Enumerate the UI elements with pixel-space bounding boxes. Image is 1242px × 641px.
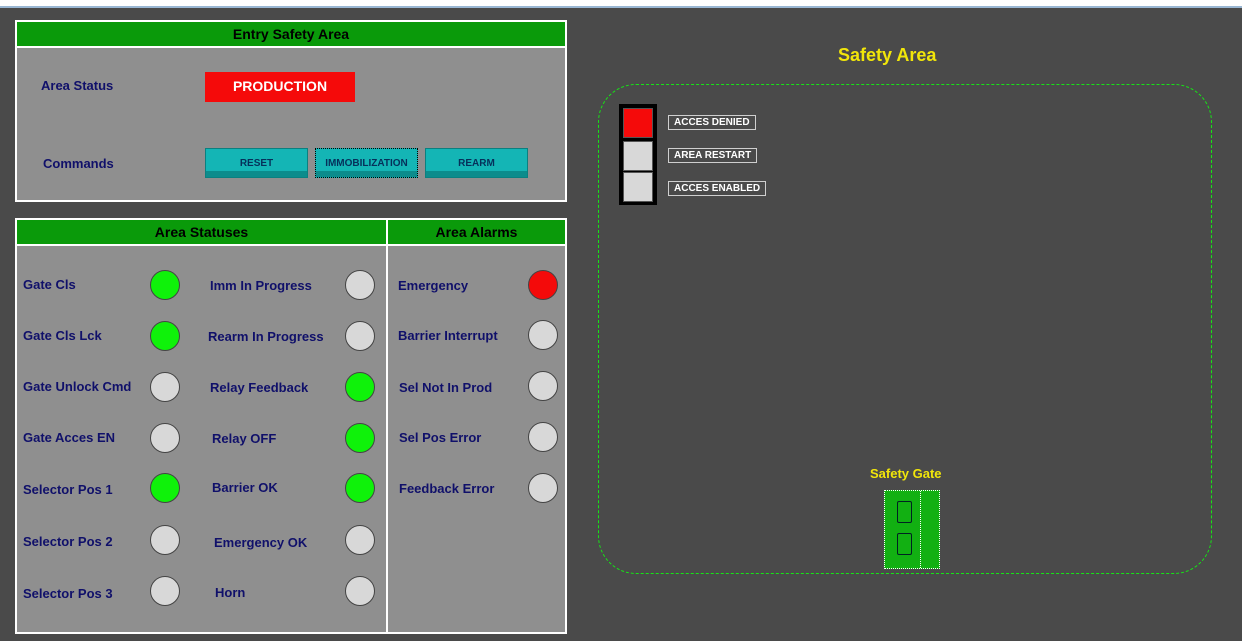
area-status-label: Area Status [41, 78, 114, 93]
status-label-selector-pos-3: Selector Pos 3 [23, 586, 113, 601]
immobilization-button[interactable]: IMMOBILIZATION [315, 148, 418, 178]
status-label-imm-in-progress: Imm In Progress [210, 278, 312, 293]
rearm-button[interactable]: REARM [425, 148, 528, 178]
gate-slot-bottom [897, 533, 912, 555]
status-label-barrier-ok: Barrier OK [212, 480, 278, 495]
alarm-lamp-barrier-interrupt [528, 320, 558, 350]
status-label-selector-pos-2: Selector Pos 2 [23, 534, 113, 549]
status-label-selector-pos-1: Selector Pos 1 [23, 482, 113, 497]
status-lamp-horn [345, 576, 375, 606]
status-label-gate-acces-en: Gate Acces EN [23, 430, 116, 445]
area-restart-tag: AREA RESTART [668, 148, 758, 163]
area-alarms-title: Area Alarms [388, 220, 565, 246]
acces-enabled-indicator [623, 172, 653, 202]
status-lamp-selector-pos-2 [150, 525, 180, 555]
statuses-alarms-panel: Area Statuses Area Alarms Gate Cls Gate … [15, 218, 567, 634]
commands-label: Commands [43, 156, 114, 171]
acces-denied-indicator [623, 108, 653, 138]
safety-area-title: Safety Area [838, 45, 937, 65]
status-lamp-gate-unlock-cmd [150, 372, 180, 402]
status-label-gate-cls: Gate Cls [23, 277, 76, 292]
gate-door [885, 491, 921, 568]
status-lamp-gate-acces-en [150, 423, 180, 453]
status-label-gate-cls-lck: Gate Cls Lck [23, 328, 102, 343]
status-lamp-relay-feedback [345, 372, 375, 402]
status-label-rearm-in-progress: Rearm In Progress [208, 329, 324, 344]
status-lamp-selector-pos-1 [150, 473, 180, 503]
acces-denied-tag: ACCES DENIED [668, 115, 756, 130]
alarm-lamp-sel-not-in-prod [528, 371, 558, 401]
status-lamp-rearm-in-progress [345, 321, 375, 351]
safety-gate-label: Safety Gate [870, 466, 942, 481]
alarm-label-sel-not-in-prod: Sel Not In Prod [399, 380, 493, 395]
alarm-label-emergency: Emergency [398, 278, 469, 293]
status-label-relay-off: Relay OFF [212, 431, 277, 446]
area-status-value: PRODUCTION [205, 72, 355, 102]
entry-safety-title: Entry Safety Area [17, 22, 565, 48]
area-restart-indicator [623, 141, 653, 171]
safety-gate[interactable] [884, 490, 940, 569]
panel-divider [386, 220, 388, 632]
area-statuses-title: Area Statuses [17, 220, 386, 246]
status-label-gate-unlock-cmd: Gate Unlock Cmd [23, 379, 132, 394]
status-lamp-relay-off [345, 423, 375, 453]
window-top-border [0, 0, 1242, 8]
status-lamp-gate-cls-lck [150, 321, 180, 351]
status-lamp-gate-cls [150, 270, 180, 300]
status-label-horn: Horn [215, 585, 246, 600]
entry-safety-panel: Entry Safety Area Area Status PRODUCTION… [15, 20, 567, 202]
alarm-label-feedback-error: Feedback Error [399, 481, 495, 496]
alarm-label-sel-pos-error: Sel Pos Error [399, 430, 482, 445]
status-lamp-emergency-ok [345, 525, 375, 555]
status-lamp-barrier-ok [345, 473, 375, 503]
alarm-lamp-feedback-error [528, 473, 558, 503]
alarm-lamp-emergency [528, 270, 558, 300]
status-lamp-selector-pos-3 [150, 576, 180, 606]
alarm-label-barrier-interrupt: Barrier Interrupt [398, 328, 498, 343]
status-lamp-imm-in-progress [345, 270, 375, 300]
status-label-relay-feedback: Relay Feedback [210, 380, 309, 395]
alarm-lamp-sel-pos-error [528, 422, 558, 452]
status-label-emergency-ok: Emergency OK [214, 535, 308, 550]
reset-button[interactable]: RESET [205, 148, 308, 178]
acces-enabled-tag: ACCES ENABLED [668, 181, 767, 196]
gate-slot-top [897, 501, 912, 523]
